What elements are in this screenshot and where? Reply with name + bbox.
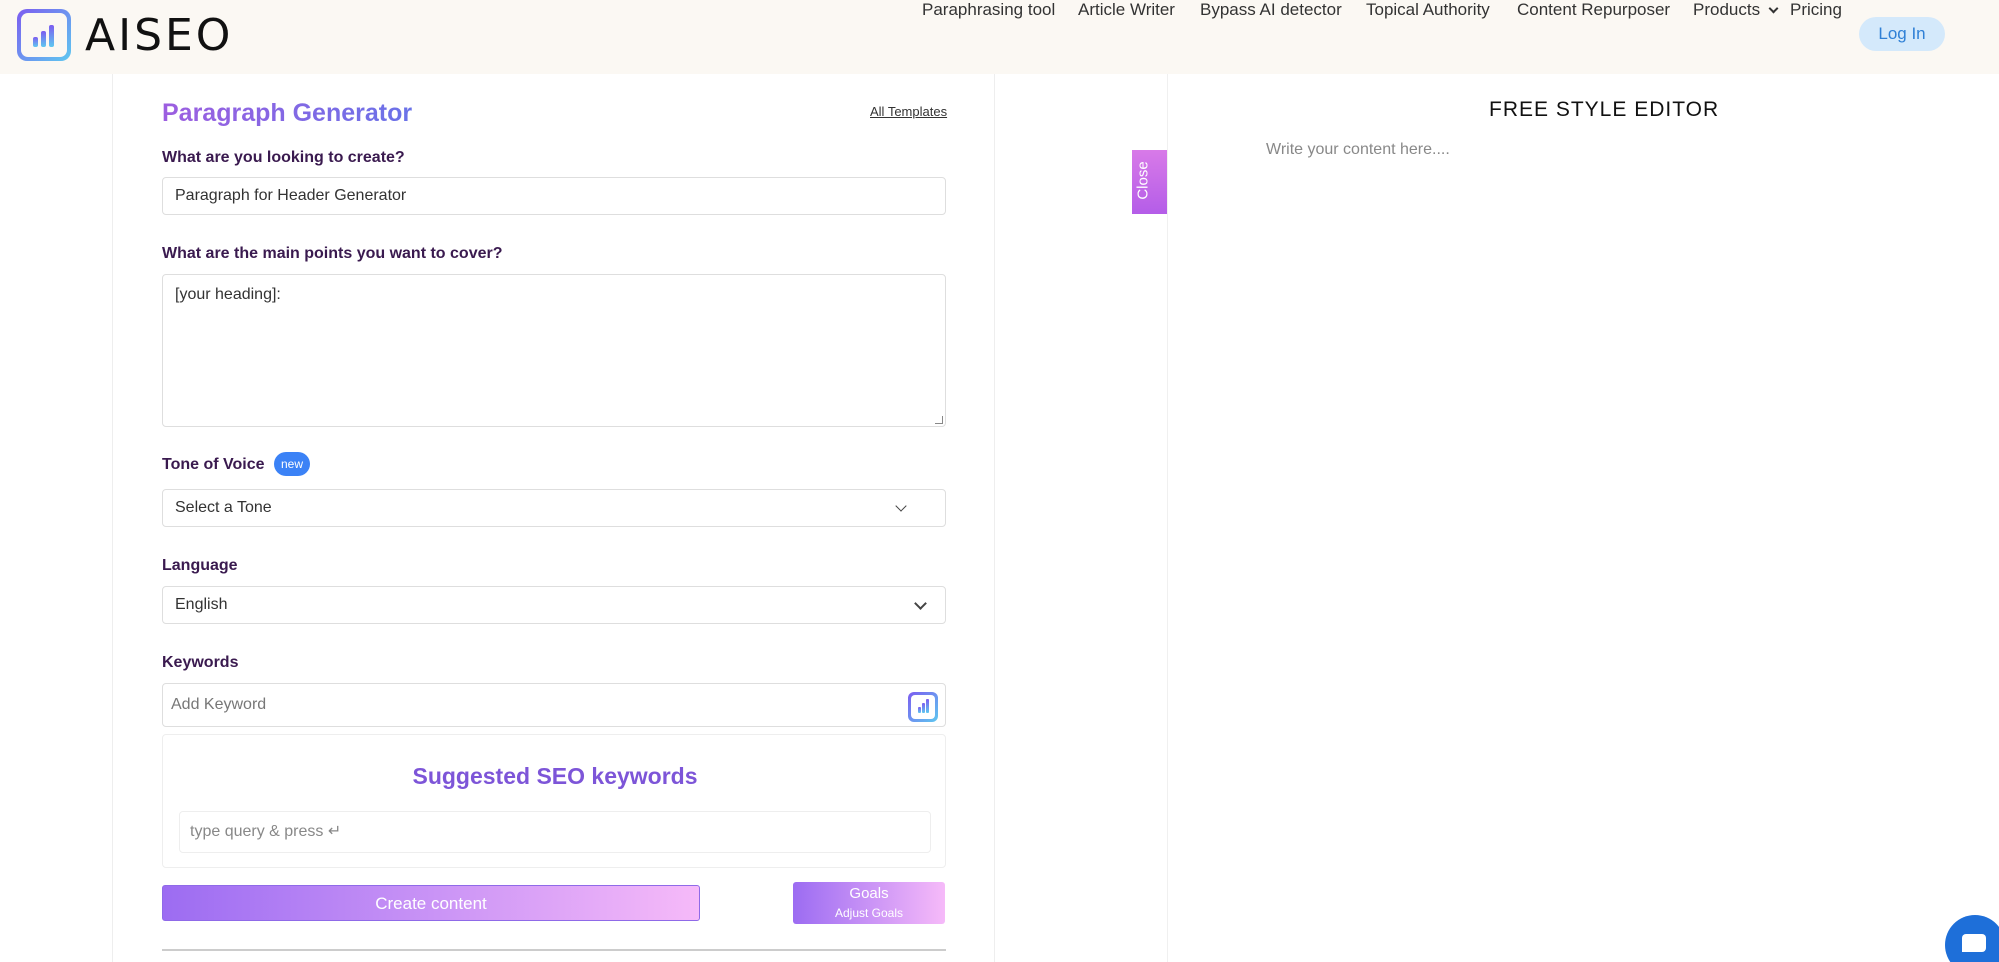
tone-select-value: Select a Tone: [175, 499, 272, 516]
create-content-button[interactable]: Create content: [162, 885, 700, 921]
main-points-label: What are the main points you want to cov…: [162, 245, 503, 262]
editor-content-area[interactable]: Write your content here....: [1266, 141, 1450, 159]
page-title: Paragraph Generator: [162, 99, 413, 127]
tone-label: Tone of Voice: [162, 456, 265, 473]
all-templates-link[interactable]: All Templates: [870, 104, 947, 119]
aiseo-keyword-icon[interactable]: [908, 692, 938, 722]
nav-article-writer[interactable]: Article Writer: [1078, 0, 1175, 20]
adjust-goals-label: Adjust Goals: [834, 906, 904, 920]
nav-products[interactable]: Products: [1693, 0, 1779, 20]
divider: [162, 949, 946, 951]
chevron-down-icon: [1768, 3, 1779, 14]
suggested-seo-keywords-panel: Suggested SEO keywords type query & pres…: [162, 734, 946, 868]
create-input[interactable]: Paragraph for Header Generator: [162, 177, 946, 215]
nav-bypass-ai-detector[interactable]: Bypass AI detector: [1200, 0, 1342, 20]
create-label: What are you looking to create?: [162, 149, 405, 166]
chevron-down-icon: [895, 500, 907, 512]
editor-title: FREE STYLE EDITOR: [1489, 98, 1720, 121]
keywords-label: Keywords: [162, 654, 239, 671]
top-navigation-bar: AISEO Paraphrasing tool Article Writer B…: [0, 0, 1999, 74]
seo-keywords-title: Suggested SEO keywords: [412, 763, 698, 789]
tone-select[interactable]: Select a Tone: [162, 489, 946, 527]
close-editor-tab[interactable]: Close: [1132, 150, 1167, 214]
login-button[interactable]: Log In: [1859, 17, 1945, 51]
nav-pricing[interactable]: Pricing: [1790, 0, 1842, 20]
nav-products-label: Products: [1693, 0, 1761, 19]
goals-button[interactable]: Goals Adjust Goals: [793, 882, 945, 924]
logo-text: AISEO: [85, 9, 234, 61]
seo-query-input[interactable]: type query & press ↵: [179, 811, 931, 853]
editor-divider: [1167, 74, 1168, 962]
language-select-value: English: [175, 596, 228, 613]
close-tab-label: Close: [1134, 161, 1152, 200]
main-points-value: [your heading]:: [175, 286, 281, 303]
chat-icon: [1962, 934, 1986, 952]
logo[interactable]: AISEO: [17, 9, 233, 61]
goals-label: Goals: [849, 885, 889, 902]
nav-content-repurposer[interactable]: Content Repurposer: [1517, 0, 1670, 20]
chat-button[interactable]: [1945, 915, 1999, 962]
chevron-down-icon: [914, 597, 927, 610]
language-select[interactable]: English: [162, 586, 946, 624]
new-badge: new: [274, 452, 310, 476]
nav-topical-authority[interactable]: Topical Authority: [1366, 0, 1490, 20]
nav-paraphrasing-tool[interactable]: Paraphrasing tool: [922, 0, 1055, 20]
main-points-textarea[interactable]: [your heading]:: [162, 274, 946, 427]
keyword-input[interactable]: Add Keyword: [162, 683, 946, 727]
language-label: Language: [162, 557, 238, 574]
resize-handle-icon[interactable]: [935, 416, 943, 424]
aiseo-logo-icon: [17, 9, 71, 61]
